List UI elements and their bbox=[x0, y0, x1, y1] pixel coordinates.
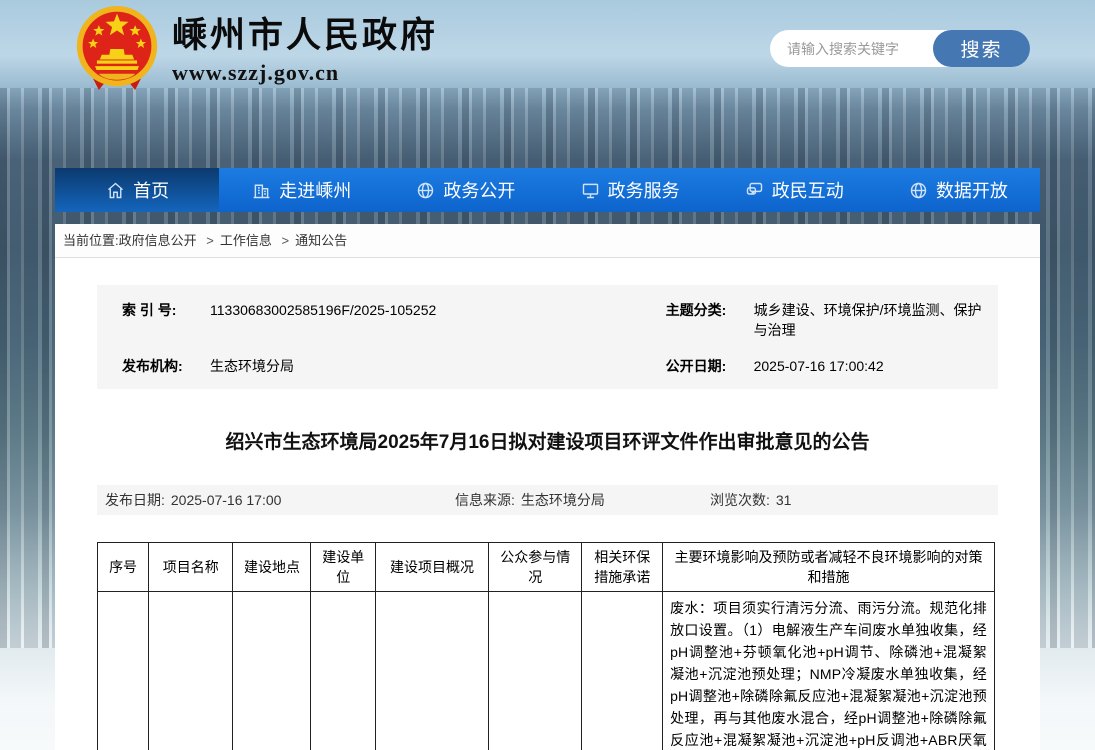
page-title: 绍兴市生态环境局2025年7月16日拟对建设项目环评文件作出审批意见的公告 bbox=[97, 427, 998, 454]
document-meta-box: 索 引 号: 11330683002585196F/2025-105252 主题… bbox=[97, 285, 998, 389]
content-panel: 当前位置:政府信息公开 > 工作信息 > 通知公告 索 引 号: 113306830… bbox=[55, 224, 1040, 750]
site-url: www.szzj.gov.cn bbox=[172, 60, 438, 86]
cell-project-name bbox=[149, 592, 233, 750]
info-source-label: 信息来源: bbox=[455, 492, 515, 508]
building-icon bbox=[251, 180, 272, 201]
breadcrumb-item[interactable]: 政府信息公开 bbox=[119, 233, 197, 248]
cell-env-measures: 废水：项目须实行清污分流、雨污分流。规范化排放口设置。（1）电解液生产车间废水单… bbox=[663, 592, 995, 750]
publish-info-bar: 发布日期: 2025-07-16 17:00 信息来源: 生态环境分局 浏览次数: 3… bbox=[97, 485, 998, 515]
meta-open-date-value: 2025-07-16 17:00:42 bbox=[754, 356, 998, 376]
meta-topic-label: 主题分类: bbox=[666, 300, 754, 320]
globe-icon bbox=[415, 180, 436, 201]
view-count: 浏览次数: 31 bbox=[710, 485, 791, 515]
info-source-value: 生态环境分局 bbox=[521, 492, 605, 508]
meta-open-date: 公开日期: 2025-07-16 17:00:42 bbox=[656, 356, 998, 376]
breadcrumb: 当前位置:政府信息公开 > 工作信息 > 通知公告 bbox=[55, 224, 1040, 258]
col-header-builder: 建设单位 bbox=[311, 543, 376, 592]
publish-date: 发布日期: 2025-07-16 17:00 bbox=[105, 485, 281, 515]
meta-topic: 主题分类: 城乡建设、环境保护/环境监测、保护与治理 bbox=[656, 300, 998, 340]
site-title-block: 嵊州市人民政府 www.szzj.gov.cn bbox=[172, 4, 438, 86]
cell-overview bbox=[376, 592, 489, 750]
national-emblem-logo bbox=[74, 4, 160, 92]
main-navigation: 首页 走进嵊州 政务公开 政务服务 政民互动 数据开放 bbox=[55, 168, 1040, 212]
table-header-row: 序号 项目名称 建设地点 建设单位 建设项目概况 公众参与情况 相关环保措施承诺… bbox=[98, 543, 995, 592]
view-count-label: 浏览次数: bbox=[710, 492, 770, 508]
breadcrumb-item[interactable]: 工作信息 bbox=[220, 233, 272, 248]
site-header: 嵊州市人民政府 www.szzj.gov.cn 搜索 bbox=[0, 0, 1095, 168]
nav-item-gov-services[interactable]: 政务服务 bbox=[548, 168, 712, 212]
meta-index: 索 引 号: 11330683002585196F/2025-105252 bbox=[97, 300, 656, 340]
cell-seq bbox=[98, 592, 149, 750]
breadcrumb-prefix: 当前位置: bbox=[63, 233, 119, 248]
cell-env-commitment bbox=[582, 592, 663, 750]
nav-label: 政民互动 bbox=[772, 177, 844, 203]
view-count-value: 31 bbox=[776, 492, 792, 508]
cell-location bbox=[233, 592, 311, 750]
home-icon bbox=[105, 180, 126, 201]
site-name: 嵊州市人民政府 bbox=[172, 16, 438, 56]
meta-topic-value: 城乡建设、环境保护/环境监测、保护与治理 bbox=[754, 300, 998, 340]
nav-label: 数据开放 bbox=[936, 177, 1008, 203]
cell-public-participation bbox=[489, 592, 582, 750]
col-header-overview: 建设项目概况 bbox=[376, 543, 489, 592]
col-header-public-participation: 公众参与情况 bbox=[489, 543, 582, 592]
search-bar: 搜索 bbox=[770, 30, 1030, 67]
nav-item-gov-info[interactable]: 政务公开 bbox=[383, 168, 547, 212]
globe-icon bbox=[908, 180, 929, 201]
col-header-location: 建设地点 bbox=[233, 543, 311, 592]
search-input[interactable] bbox=[770, 30, 940, 67]
nav-label: 政务公开 bbox=[443, 177, 515, 203]
nav-item-open-data[interactable]: 数据开放 bbox=[876, 168, 1040, 212]
approval-table: 序号 项目名称 建设地点 建设单位 建设项目概况 公众参与情况 相关环保措施承诺… bbox=[97, 542, 995, 750]
nav-label: 政务服务 bbox=[608, 177, 680, 203]
search-button[interactable]: 搜索 bbox=[933, 30, 1030, 67]
meta-agency-label: 发布机构: bbox=[122, 356, 210, 376]
breadcrumb-separator: > bbox=[206, 233, 214, 248]
nav-item-about-city[interactable]: 走进嵊州 bbox=[219, 168, 383, 212]
publish-date-value: 2025-07-16 17:00 bbox=[171, 492, 282, 508]
nav-label: 首页 bbox=[133, 177, 169, 203]
col-header-seq: 序号 bbox=[98, 543, 149, 592]
chat-icon bbox=[744, 180, 765, 201]
cell-builder bbox=[311, 592, 376, 750]
nav-item-interaction[interactable]: 政民互动 bbox=[712, 168, 876, 212]
breadcrumb-item[interactable]: 通知公告 bbox=[295, 233, 347, 248]
meta-index-value: 11330683002585196F/2025-105252 bbox=[210, 300, 656, 320]
publish-date-label: 发布日期: bbox=[105, 492, 165, 508]
breadcrumb-separator: > bbox=[282, 233, 290, 248]
col-header-project-name: 项目名称 bbox=[149, 543, 233, 592]
monitor-icon bbox=[580, 180, 601, 201]
col-header-env-commitment: 相关环保措施承诺 bbox=[582, 543, 663, 592]
table-row: 废水：项目须实行清污分流、雨污分流。规范化排放口设置。（1）电解液生产车间废水单… bbox=[98, 592, 995, 750]
nav-label: 走进嵊州 bbox=[279, 177, 351, 203]
meta-agency-value: 生态环境分局 bbox=[210, 356, 656, 376]
col-header-env-measures: 主要环境影响及预防或者减轻不良环境影响的对策和措施 bbox=[663, 543, 995, 592]
article-content: 索 引 号: 11330683002585196F/2025-105252 主题… bbox=[55, 285, 1040, 750]
site-brand[interactable]: 嵊州市人民政府 www.szzj.gov.cn bbox=[74, 4, 438, 92]
nav-item-home[interactable]: 首页 bbox=[55, 168, 219, 212]
meta-agency: 发布机构: 生态环境分局 bbox=[97, 356, 656, 376]
meta-index-label: 索 引 号: bbox=[122, 300, 210, 320]
meta-open-date-label: 公开日期: bbox=[666, 356, 754, 376]
info-source: 信息来源: 生态环境分局 bbox=[455, 485, 605, 515]
